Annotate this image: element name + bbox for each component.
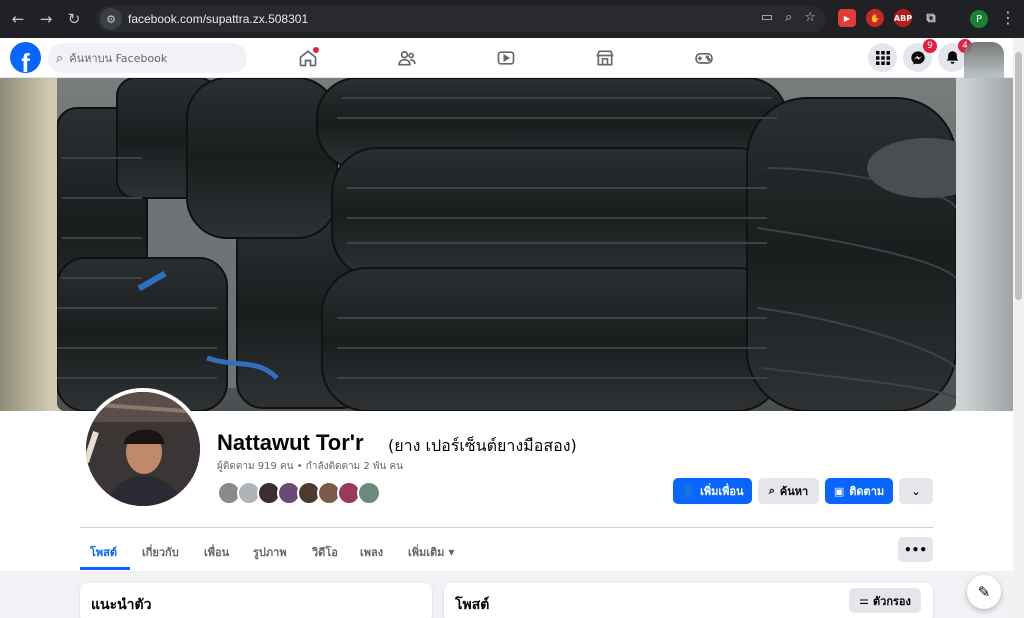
home-notification-dot — [313, 47, 319, 53]
messenger-button[interactable]: 9 — [903, 39, 937, 72]
tab-photos[interactable]: รูปภาพ — [253, 534, 287, 570]
profile-alternate-name: (ยาง เปอร์เซ็นต์ยางมือสอง) — [388, 436, 577, 455]
facebook-logo-icon[interactable]: f — [10, 42, 41, 73]
cover-tires-image — [57, 78, 956, 411]
gaming-icon — [695, 53, 713, 64]
nav-gaming[interactable] — [674, 38, 734, 78]
browser-menu-icon[interactable]: ⋮ — [1000, 8, 1016, 27]
page-scrollbar[interactable] — [1013, 38, 1024, 618]
magnifier-icon: ⌕ — [768, 484, 775, 497]
menu-grid-button[interactable] — [868, 43, 897, 72]
intro-card: แนะนำตัว — [80, 583, 432, 618]
search-input[interactable]: ⌕ ค้นหาบน Facebook — [48, 43, 247, 73]
browser-toolbar: ← → ↻ ⚙ facebook.com/supattra.zx.508301 … — [0, 0, 1024, 38]
new-message-button[interactable]: ✎ — [967, 575, 1001, 609]
adblock-label: ABP — [893, 13, 913, 23]
profile-name: Nattawut Tor'r — [217, 430, 364, 455]
forward-arrow-icon[interactable]: → — [32, 5, 60, 33]
tab-videos[interactable]: วิดีโอ — [312, 534, 338, 570]
tab-friends[interactable]: เพื่อน — [204, 534, 229, 570]
posts-card: โพสต์ ⚌ ตัวกรอง — [444, 583, 933, 618]
filter-sliders-icon: ⚌ — [859, 594, 869, 607]
tabs-divider — [80, 527, 933, 528]
profile-stats[interactable]: ผู้ติดตาม 919 คน • กำลังติดตาม 2 พัน คน — [217, 459, 403, 474]
chevron-down-icon: ⌄ — [911, 484, 921, 498]
add-friend-button[interactable]: 👤 เพิ่มเพื่อน — [673, 478, 752, 504]
facebook-header: f ⌕ ค้นหาบน Facebook 9 4 — [0, 38, 1024, 78]
compose-icon: ✎ — [977, 583, 991, 601]
nav-home[interactable] — [278, 38, 338, 78]
bookmark-star-icon[interactable]: ☆ — [804, 10, 816, 25]
caret-down-icon: ▼ — [448, 547, 455, 557]
cover-photo[interactable] — [57, 78, 956, 411]
pdf-ext-icon[interactable]: ✋ — [866, 9, 884, 27]
reload-icon[interactable]: ↻ — [60, 5, 88, 33]
browser-profile-avatar[interactable]: P — [970, 10, 988, 28]
notifications-button[interactable]: 4 — [938, 39, 972, 72]
tab-posts[interactable]: โพสต์ — [90, 534, 117, 570]
youtube-ext-icon[interactable]: ▶ — [838, 9, 856, 27]
tab-more-label: เพิ่มเติม — [408, 546, 445, 559]
video-icon — [497, 51, 515, 65]
bell-icon — [946, 51, 959, 64]
tab-music[interactable]: เพลง — [360, 534, 383, 570]
url-text[interactable]: facebook.com/supattra.zx.508301 — [128, 12, 308, 26]
site-settings-icon[interactable]: ⚙ — [100, 8, 122, 30]
profile-photo-image — [86, 392, 200, 506]
add-friend-icon: 👤 — [681, 484, 696, 498]
tab-more[interactable]: เพิ่มเติม ▼ — [408, 534, 455, 570]
intro-title: แนะนำตัว — [91, 597, 152, 613]
extensions-puzzle-icon[interactable]: ⧉ — [922, 9, 940, 27]
adblock-plus-icon[interactable]: ABP — [894, 9, 912, 27]
back-arrow-icon[interactable]: ← — [4, 5, 32, 33]
search-placeholder: ค้นหาบน Facebook — [69, 52, 168, 65]
cast-icon[interactable]: ▭ — [761, 10, 773, 25]
posts-title: โพสต์ — [455, 597, 490, 613]
address-bar[interactable]: ⚙ facebook.com/supattra.zx.508301 ▭ ⌕ ☆ — [96, 6, 826, 32]
friends-icon — [398, 50, 416, 66]
follow-label: ติดตาม — [849, 485, 885, 498]
nav-marketplace[interactable] — [575, 38, 635, 78]
search-icon: ⌕ — [56, 50, 64, 66]
nav-watch[interactable] — [476, 38, 536, 78]
more-options-button[interactable]: ••• — [898, 537, 933, 562]
grid-menu-icon — [875, 50, 890, 65]
follow-button[interactable]: ▣ ติดตาม — [825, 478, 893, 504]
zoom-icon[interactable]: ⌕ — [785, 10, 792, 25]
messenger-badge: 9 — [923, 39, 937, 53]
messenger-icon — [910, 50, 925, 65]
profile-options-button[interactable]: ⌄ — [899, 478, 933, 504]
active-tab-indicator — [80, 567, 130, 570]
search-label: ค้นหา — [779, 485, 809, 498]
filter-button[interactable]: ⚌ ตัวกรอง — [849, 588, 921, 613]
nav-friends[interactable] — [377, 38, 437, 78]
marketplace-icon — [596, 50, 614, 66]
scrollbar-thumb[interactable] — [1015, 52, 1022, 300]
search-profile-button[interactable]: ⌕ ค้นหา — [758, 478, 819, 504]
filter-label: ตัวกรอง — [873, 594, 911, 608]
logo-letter: f — [21, 48, 30, 73]
ellipsis-icon: ••• — [903, 542, 927, 557]
profile-picture[interactable] — [82, 388, 204, 510]
follow-icon: ▣ — [833, 484, 845, 498]
friend-avatar[interactable] — [357, 481, 381, 505]
add-friend-label: เพิ่มเพื่อน — [700, 485, 744, 498]
tab-about[interactable]: เกี่ยวกับ — [142, 534, 179, 570]
